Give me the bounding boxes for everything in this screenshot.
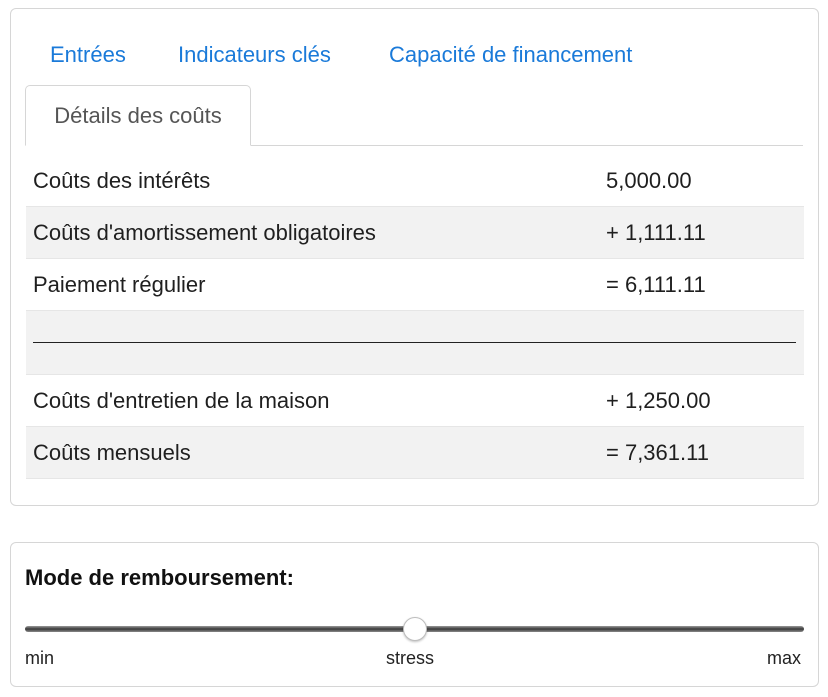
tab-details-des-couts-label: Détails des coûts (54, 102, 222, 128)
tab-capacite-financement[interactable]: Capacité de financement (389, 42, 632, 68)
row-value: = 6,111.11 (606, 271, 706, 297)
row-label: Coûts d'entretien de la maison (33, 387, 330, 413)
table-row-monthly-costs: Coûts mensuels = 7,361.11 (26, 427, 804, 479)
row-label: Coûts des intérêts (33, 167, 211, 193)
repayment-slider-thumb[interactable] (402, 617, 427, 641)
row-label: Paiement régulier (33, 271, 206, 297)
tab-details-des-couts[interactable]: Détails des coûts (25, 85, 251, 146)
row-value: = 7,361.11 (606, 439, 709, 465)
slider-min-label: min (25, 648, 55, 668)
divider-line (33, 342, 796, 343)
row-label: Coûts d'amortissement obligatoires (33, 219, 376, 245)
repayment-mode-card: Mode de remboursement: min stress max (10, 542, 819, 687)
table-row-regular-payment: Paiement régulier = 6,111.11 (26, 259, 804, 311)
table-row-maintenance: Coûts d'entretien de la maison + 1,250.0… (26, 375, 804, 427)
repayment-mode-title: Mode de remboursement: (25, 565, 294, 590)
tab-entrees[interactable]: Entrées (50, 42, 126, 68)
slider-mid-label: stress (386, 648, 435, 668)
row-value: + 1,111.11 (606, 219, 706, 245)
table-row-divider (26, 311, 804, 375)
cost-details-card: Entrées Indicateurs clés Capacité de fin… (10, 8, 819, 506)
row-value: + 1,250.00 (606, 387, 711, 413)
table-row-amortization: Coûts d'amortissement obligatoires + 1,1… (26, 207, 804, 259)
cost-table: Coûts des intérêts 5,000.00 Coûts d'amor… (26, 155, 804, 479)
tab-bar: Détails des coûts (25, 85, 803, 146)
tab-indicateurs-cles[interactable]: Indicateurs clés (178, 42, 331, 68)
row-value: 5,000.00 (606, 167, 692, 193)
slider-max-label: max (767, 648, 802, 668)
table-row-interest: Coûts des intérêts 5,000.00 (26, 155, 804, 207)
row-label: Coûts mensuels (33, 439, 191, 465)
